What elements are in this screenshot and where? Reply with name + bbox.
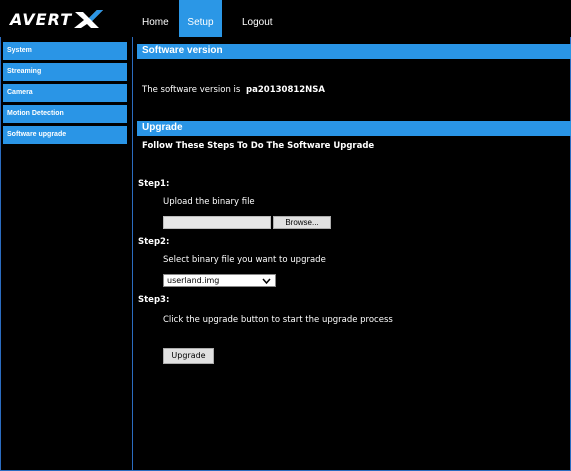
upgrade-button[interactable]: Upgrade xyxy=(163,348,214,364)
upgrade-divider xyxy=(137,135,571,136)
binary-file-select[interactable]: userland.img xyxy=(163,274,276,287)
sidebar-item-motion-detection[interactable]: Motion Detection xyxy=(3,105,127,123)
upgrade-section: Upgrade xyxy=(137,121,571,136)
browse-button[interactable]: Browse... xyxy=(273,216,331,229)
main-content: Software version xyxy=(137,44,571,59)
top-navigation: Home Setup Logout xyxy=(132,0,571,37)
binary-file-select-value: userland.img xyxy=(167,276,220,285)
step3-description: Click the upgrade button to start the up… xyxy=(163,315,393,325)
logo-x-icon xyxy=(74,10,104,28)
software-version-value: pa20130812NSA xyxy=(246,85,325,95)
sidebar-item-system[interactable]: System xyxy=(3,42,127,60)
step2-description: Select binary file you want to upgrade xyxy=(163,255,326,265)
header-logo-area: AVERT xyxy=(0,0,132,37)
sidebar-item-camera[interactable]: Camera xyxy=(3,84,127,102)
upgrade-intro: Follow These Steps To Do The Software Up… xyxy=(142,141,375,151)
sidebar: System Streaming Camera Motion Detection… xyxy=(3,42,127,147)
chevron-down-icon xyxy=(262,277,271,288)
sidebar-item-streaming[interactable]: Streaming xyxy=(3,63,127,81)
nav-setup[interactable]: Setup xyxy=(179,0,222,37)
step1-title: Step1: xyxy=(138,179,170,189)
sidebar-divider xyxy=(132,37,133,471)
software-version-header: Software version xyxy=(137,44,571,58)
upgrade-header: Upgrade xyxy=(137,121,571,135)
step3-title: Step3: xyxy=(138,295,170,305)
software-version-label: The software version is xyxy=(142,85,241,95)
software-version-row: The software version is pa20130812NSA xyxy=(142,85,325,95)
nav-logout[interactable]: Logout xyxy=(242,0,282,37)
nav-home[interactable]: Home xyxy=(142,0,182,37)
step1-description: Upload the binary file xyxy=(163,197,255,207)
logo-text: AVERT xyxy=(10,9,73,29)
sidebar-item-software-upgrade[interactable]: Software upgrade xyxy=(3,126,127,144)
step2-title: Step2: xyxy=(138,237,170,247)
avertx-logo: AVERT xyxy=(10,9,104,29)
file-path-input[interactable] xyxy=(163,216,271,229)
software-version-divider xyxy=(137,58,571,59)
